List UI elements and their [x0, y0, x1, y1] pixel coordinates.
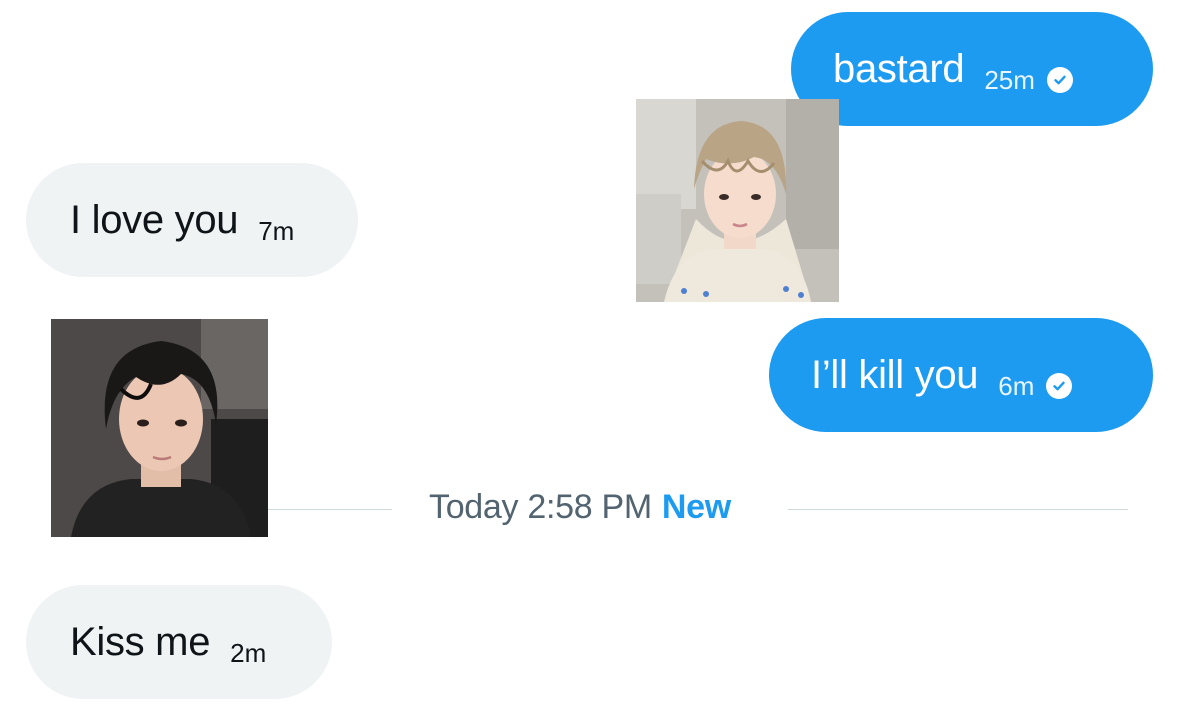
message-timestamp: 6m: [998, 370, 1035, 401]
message-text: I’ll kill you: [811, 352, 979, 397]
message-timestamp: 2m: [230, 637, 267, 668]
outgoing-message-bubble[interactable]: I’ll kill you 6m: [769, 318, 1153, 432]
check-circle-icon: [1046, 67, 1073, 93]
divider-line: [788, 509, 1128, 510]
incoming-message-bubble[interactable]: I love you 7m: [26, 163, 358, 277]
divider-line: [268, 509, 392, 510]
message-text: bastard: [833, 46, 965, 91]
check-circle-icon: [1046, 373, 1073, 399]
photo-person-light-hair: [636, 99, 839, 302]
message-text: Kiss me: [70, 619, 211, 664]
outgoing-message-bubble[interactable]: bastard 25m: [791, 12, 1153, 126]
message-text: I love you: [70, 197, 239, 242]
message-timestamp: 7m: [258, 215, 295, 246]
new-messages-label: New: [661, 488, 731, 526]
photo-person-dark-hair: [51, 319, 268, 537]
divider-timestamp: Today 2:58 PM: [429, 488, 652, 526]
date-divider: Today 2:58 PM New: [429, 488, 731, 527]
incoming-message-bubble[interactable]: Kiss me 2m: [26, 585, 332, 699]
message-timestamp: 25m: [984, 64, 1035, 95]
